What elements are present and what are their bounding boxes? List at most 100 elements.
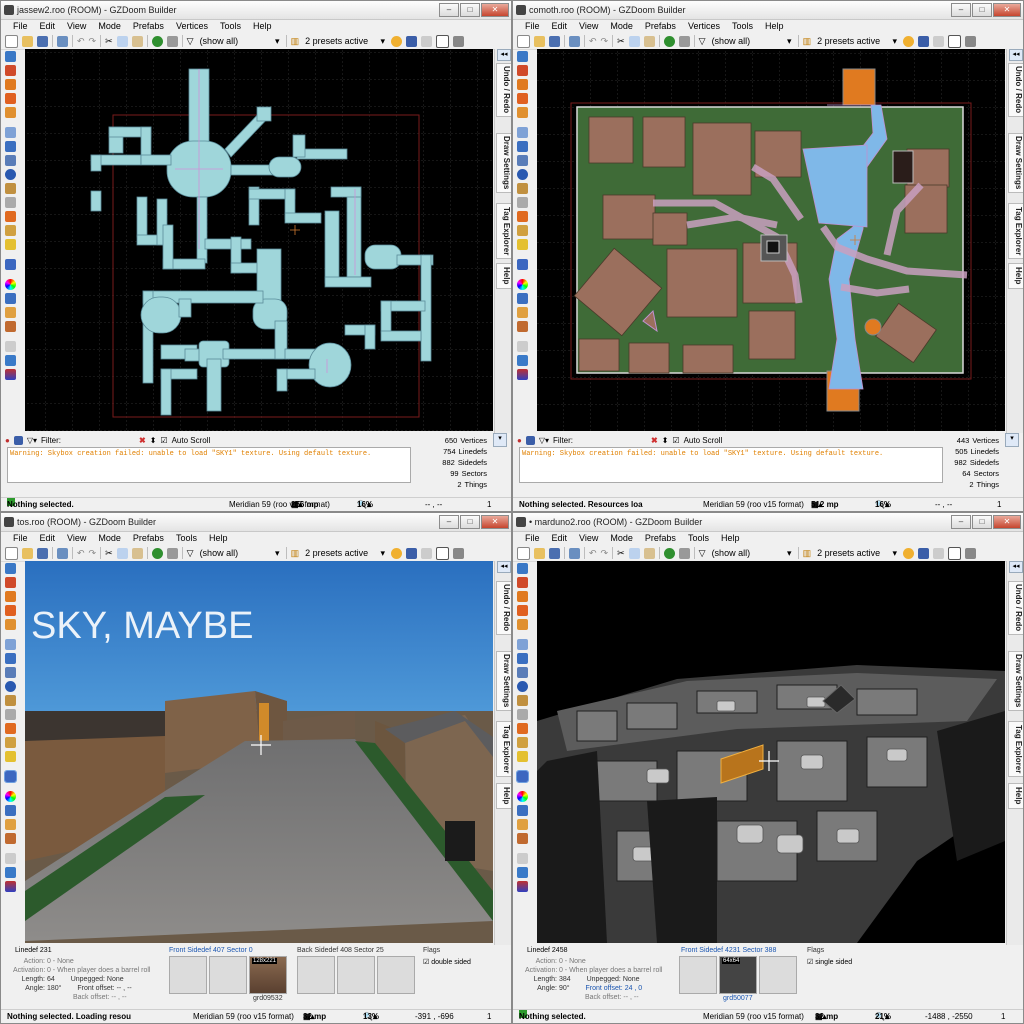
prefab-tools-icon[interactable]: [516, 833, 528, 844]
warning-log[interactable]: Warning: Skybox creation failed: unable …: [7, 447, 411, 483]
minimize-button[interactable]: –: [439, 3, 459, 17]
presets-dropdown[interactable]: 2 presets active ▾: [815, 545, 899, 561]
presets-dropdown[interactable]: 2 presets active ▾: [815, 33, 899, 49]
draw-rectangle-icon[interactable]: [516, 591, 528, 602]
make-door-icon[interactable]: [516, 225, 528, 236]
menu-view[interactable]: View: [61, 531, 92, 545]
render-icon[interactable]: [516, 881, 528, 892]
redo-icon[interactable]: ↷: [89, 33, 97, 49]
make-door-icon[interactable]: [516, 737, 528, 748]
paste-icon[interactable]: [131, 35, 143, 47]
menu-view[interactable]: View: [573, 531, 604, 545]
copy-props-icon[interactable]: [516, 293, 528, 304]
draw-grid-icon[interactable]: [4, 619, 16, 630]
minimize-button[interactable]: –: [439, 515, 459, 529]
insert-prefab-icon[interactable]: [151, 547, 163, 559]
toggle-panel-icon[interactable]: [453, 547, 465, 559]
find-icon[interactable]: [516, 341, 528, 352]
things-mode-icon[interactable]: [516, 169, 528, 180]
menu-file[interactable]: File: [7, 531, 34, 545]
check-map-icon[interactable]: [4, 867, 16, 878]
color-picker-icon[interactable]: [4, 279, 16, 290]
insert-prefab-icon[interactable]: [663, 547, 675, 559]
menu-vertices[interactable]: Vertices: [682, 19, 726, 33]
menu-vertices[interactable]: Vertices: [170, 19, 214, 33]
make-door-icon[interactable]: [4, 225, 16, 236]
title-bar[interactable]: • marduno2.roo (ROOM) - GZDoom Builder –…: [513, 513, 1023, 532]
menu-prefabs[interactable]: Prefabs: [639, 19, 682, 33]
panel-pin-icon[interactable]: ◂◂: [497, 561, 511, 573]
brightness-icon[interactable]: [516, 751, 528, 762]
new-map-icon[interactable]: [5, 34, 18, 48]
menu-mode[interactable]: Mode: [604, 531, 639, 545]
paste-props-icon[interactable]: [4, 819, 16, 830]
linedefs-mode-icon[interactable]: [4, 141, 16, 152]
insert-prefab-icon[interactable]: [663, 35, 675, 47]
collapse-panel-icon[interactable]: ▾: [493, 433, 507, 447]
find-icon[interactable]: [4, 341, 16, 352]
close-button[interactable]: ✕: [481, 515, 509, 529]
draw-ellipse-icon[interactable]: [516, 93, 528, 104]
visual-mode-icon[interactable]: [516, 183, 528, 194]
panel-pin-icon[interactable]: ◂◂: [1009, 49, 1023, 61]
linedefs-mode-icon[interactable]: [516, 141, 528, 152]
save-map-icon[interactable]: [37, 547, 48, 559]
maximize-button[interactable]: □: [460, 515, 480, 529]
2d-map-view[interactable]: [25, 49, 493, 431]
cut-icon[interactable]: ✂: [105, 33, 113, 49]
grid-icon[interactable]: [918, 35, 930, 47]
color-picker-icon[interactable]: [4, 791, 16, 802]
new-map-icon[interactable]: [517, 546, 530, 560]
menu-tools[interactable]: Tools: [726, 19, 759, 33]
autoscroll-checkbox[interactable]: ☑: [160, 436, 167, 445]
tab-undo-redo[interactable]: Undo / Redo: [496, 581, 511, 635]
front-upper-texture[interactable]: [679, 956, 717, 994]
menu-file[interactable]: File: [7, 19, 34, 33]
grid-icon[interactable]: [918, 547, 930, 559]
redo-icon[interactable]: ↷: [601, 545, 609, 561]
clear-icon[interactable]: ✖: [139, 436, 146, 445]
title-bar[interactable]: jassew2.roo (ROOM) - GZDoom Builder – □ …: [1, 1, 511, 20]
render-icon[interactable]: [4, 369, 16, 380]
front-sidedef-label[interactable]: Front Sidedef 4231 Sector 388: [681, 947, 776, 954]
render-icon[interactable]: [4, 881, 16, 892]
visual-mode-icon[interactable]: [4, 183, 16, 194]
menu-edit[interactable]: Edit: [34, 531, 62, 545]
paste-icon[interactable]: [643, 547, 655, 559]
title-bar[interactable]: tos.roo (ROOM) - GZDoom Builder – □ ✕: [1, 513, 511, 532]
cut-icon[interactable]: ✂: [617, 33, 625, 49]
draw-rectangle-icon[interactable]: [4, 591, 16, 602]
fullbright-icon[interactable]: [903, 35, 915, 47]
menu-mode[interactable]: Mode: [92, 19, 127, 33]
draw-rectangle-icon[interactable]: [4, 79, 16, 90]
new-map-icon[interactable]: [517, 34, 530, 48]
3d-visual-view[interactable]: [537, 561, 1005, 943]
grid-size[interactable]: 512 mp ▦▴: [811, 498, 839, 511]
script-editor-icon[interactable]: [569, 547, 580, 559]
draw-lines-icon[interactable]: [4, 51, 16, 62]
gradient-icon[interactable]: [4, 211, 16, 222]
draw-grid-icon[interactable]: [4, 107, 16, 118]
pin-icon[interactable]: ⬍: [150, 436, 157, 445]
save-map-icon[interactable]: [549, 547, 560, 559]
tab-tag-explorer[interactable]: Tag Explorer: [496, 203, 511, 259]
make-door-icon[interactable]: [4, 737, 16, 748]
front-lower-texture[interactable]: 128x221: [249, 956, 287, 994]
panel-pin-icon[interactable]: ◂◂: [497, 49, 511, 61]
paste-props-icon[interactable]: [4, 307, 16, 318]
color-picker-icon[interactable]: [516, 279, 528, 290]
open-map-icon[interactable]: [534, 35, 545, 47]
prefab-icon[interactable]: [166, 547, 178, 559]
things-filter-dropdown[interactable]: (show all) ▾: [198, 545, 282, 561]
close-button[interactable]: ✕: [993, 3, 1021, 17]
draw-lines-icon[interactable]: [516, 563, 528, 574]
sound-mode-icon[interactable]: [516, 197, 528, 208]
save-map-icon[interactable]: [549, 35, 560, 47]
prefab-icon[interactable]: [166, 35, 178, 47]
3d-visual-view[interactable]: SKY, MAYBE: [25, 561, 493, 943]
grid-snap-icon[interactable]: [933, 35, 945, 47]
minimize-button[interactable]: –: [951, 3, 971, 17]
gradient-icon[interactable]: [4, 723, 16, 734]
menu-edit[interactable]: Edit: [546, 531, 574, 545]
pin-icon[interactable]: ⬍: [662, 436, 669, 445]
